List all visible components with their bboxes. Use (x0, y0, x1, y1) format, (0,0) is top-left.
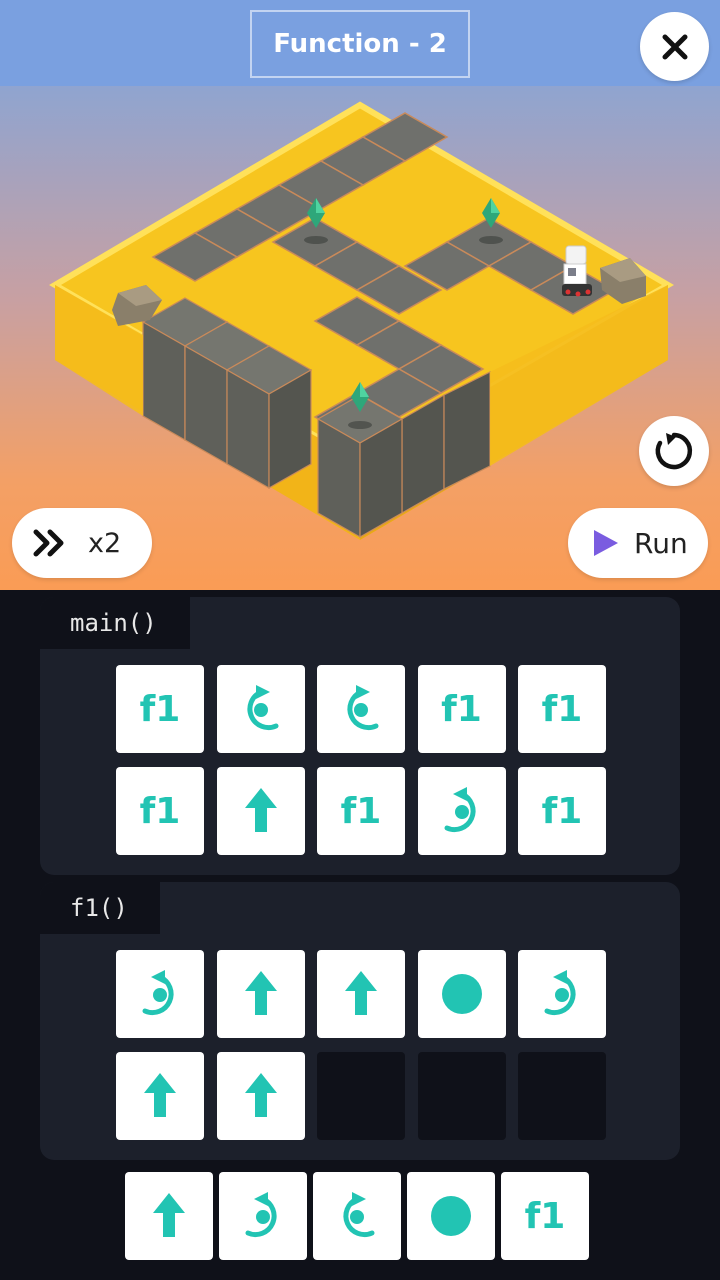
forward-arrow-icon (345, 971, 377, 1015)
command-slot-turn-right[interactable] (216, 665, 305, 753)
f1-function-label: f1() (40, 882, 160, 934)
main-function-panel: main() f1 f1 f1 f1 f1 f1 (40, 597, 680, 875)
isometric-board (49, 101, 674, 540)
forward-arrow-icon (153, 1193, 185, 1237)
command-slot-turn-left[interactable] (116, 950, 204, 1038)
forward-arrow-icon (244, 1073, 277, 1117)
command-slot-forward[interactable] (216, 1052, 305, 1140)
command-slot-f1[interactable]: f1 (317, 767, 405, 855)
command-slot-light[interactable] (417, 950, 506, 1038)
command-slot-f1[interactable]: f1 (116, 767, 204, 855)
play-icon (594, 530, 618, 556)
game-screen: Function - 2 x2 Run main() f1 f1 f1 f1 f… (0, 0, 720, 1280)
empty-slot[interactable] (518, 1052, 606, 1140)
turn-left-icon (142, 970, 174, 1016)
f1-call-label: f1 (139, 790, 181, 832)
command-palette: f1 (0, 1165, 720, 1280)
command-slot-turn-left[interactable] (417, 767, 506, 855)
palette-light-button[interactable] (407, 1172, 495, 1260)
level-title: Function - 2 (250, 10, 470, 78)
game-scene: Function - 2 x2 Run (0, 0, 720, 590)
turn-right-icon (246, 685, 278, 731)
command-slot-forward[interactable] (116, 1052, 204, 1140)
forward-arrow-icon (244, 788, 277, 832)
light-action-icon (441, 974, 482, 1014)
restart-icon (655, 432, 693, 470)
turn-left-icon (444, 787, 476, 833)
forward-arrow-icon (144, 1073, 176, 1117)
run-label: Run (634, 526, 688, 560)
run-button[interactable]: Run (568, 508, 708, 578)
turn-left-icon (544, 970, 576, 1016)
empty-slot[interactable] (417, 1052, 506, 1140)
f1-call-label: f1 (541, 688, 583, 730)
light-action-icon (431, 1196, 471, 1236)
f1-call-label: f1 (541, 790, 583, 832)
palette-f1-button[interactable]: f1 (501, 1172, 589, 1260)
command-slot-f1[interactable]: f1 (518, 665, 606, 753)
forward-arrow-icon (244, 971, 277, 1015)
speed-label: x2 (88, 527, 122, 559)
turn-right-icon (343, 1192, 375, 1238)
palette-turn-left-button[interactable] (219, 1172, 307, 1260)
palette-forward-button[interactable] (125, 1172, 213, 1260)
fast-forward-icon (33, 529, 64, 557)
main-function-label: main() (40, 597, 190, 649)
command-slot-f1[interactable]: f1 (116, 665, 204, 753)
reset-button[interactable] (639, 416, 709, 486)
f1-call-label: f1 (340, 790, 382, 832)
command-slot-turn-left[interactable] (518, 950, 606, 1038)
close-icon (662, 34, 687, 59)
command-slot-forward[interactable] (216, 950, 305, 1038)
speed-button[interactable]: x2 (12, 508, 152, 578)
close-button[interactable] (640, 12, 709, 81)
f1-function-panel: f1() (40, 882, 680, 1160)
palette-turn-right-button[interactable] (313, 1172, 401, 1260)
command-slot-forward[interactable] (216, 767, 305, 855)
command-slot-turn-right[interactable] (317, 665, 405, 753)
f1-call-label: f1 (524, 1195, 566, 1237)
turn-right-icon (347, 685, 379, 731)
empty-slot[interactable] (317, 1052, 405, 1140)
command-slot-forward[interactable] (317, 950, 405, 1038)
command-slot-f1[interactable]: f1 (417, 665, 506, 753)
f1-call-label: f1 (139, 688, 181, 730)
command-slot-f1[interactable]: f1 (518, 767, 606, 855)
f1-call-label: f1 (441, 688, 482, 730)
turn-left-icon (245, 1192, 277, 1238)
